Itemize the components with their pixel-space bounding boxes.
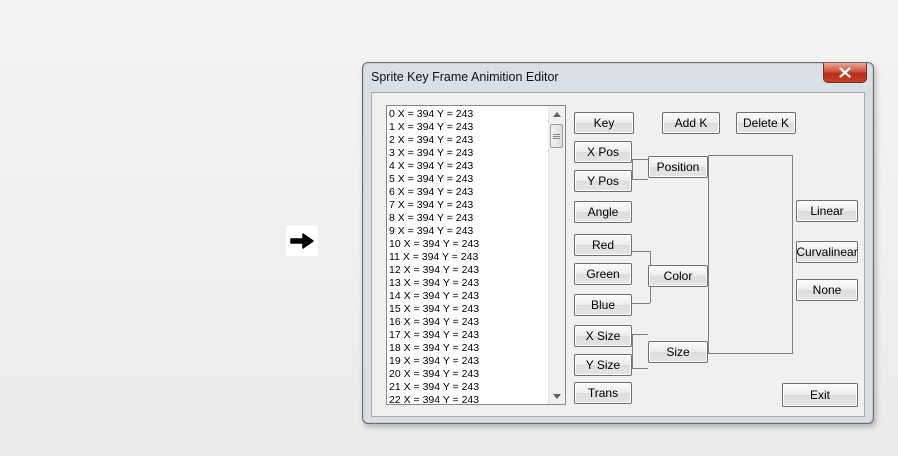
list-item[interactable]: 21 X = 394 Y = 243 [389,381,549,394]
connector-line [632,334,633,368]
size-button[interactable]: Size [648,341,708,363]
none-button[interactable]: None [796,279,858,301]
list-item[interactable]: 14 X = 394 Y = 243 [389,290,549,303]
connector-line [792,155,793,354]
connector-line [632,251,650,252]
x-pos-button[interactable]: X Pos [574,141,632,163]
list-item[interactable]: 13 X = 394 Y = 243 [389,277,549,290]
blue-button[interactable]: Blue [574,294,632,316]
list-item[interactable]: 12 X = 394 Y = 243 [389,264,549,277]
angle-button[interactable]: Angle [574,201,632,223]
list-item[interactable]: 10 X = 394 Y = 243 [389,238,549,251]
right-arrow-icon [290,233,314,249]
y-pos-button[interactable]: Y Pos [574,170,632,192]
scroll-down-button[interactable] [549,388,565,404]
list-item[interactable]: 9 X = 394 Y = 243 [389,225,549,238]
trans-button[interactable]: Trans [574,382,632,404]
list-item[interactable]: 16 X = 394 Y = 243 [389,316,549,329]
keyframe-list: 0 X = 394 Y = 243 1 X = 394 Y = 243 2 X = … [389,108,549,404]
curvalinear-button[interactable]: Curvalinear [796,241,858,263]
scroll-up-button[interactable] [549,106,565,122]
editor-window: Sprite Key Frame Animition Editor 0 X = … [362,62,874,424]
list-item[interactable]: 8 X = 394 Y = 243 [389,212,549,225]
list-item[interactable]: 7 X = 394 Y = 243 [389,199,549,212]
list-item[interactable]: 20 X = 394 Y = 243 [389,368,549,381]
position-button[interactable]: Position [648,156,708,178]
exit-button[interactable]: Exit [782,383,858,407]
connector-line [632,334,648,335]
color-button[interactable]: Color [648,265,708,287]
close-button[interactable] [823,63,867,83]
list-item[interactable]: 19 X = 394 Y = 243 [389,355,549,368]
linear-button[interactable]: Linear [796,200,858,222]
add-key-button[interactable]: Add K [662,112,720,134]
list-item[interactable]: 2 X = 394 Y = 243 [389,134,549,147]
title-bar[interactable]: Sprite Key Frame Animition Editor [363,63,873,91]
y-size-button[interactable]: Y Size [574,354,632,376]
connector-line [632,159,633,179]
scroll-thumb[interactable] [550,124,563,148]
grip-icon [553,133,560,139]
desktop-arrow-icon [286,226,318,256]
window-title: Sprite Key Frame Animition Editor [371,70,559,84]
red-button[interactable]: Red [574,234,632,256]
key-button[interactable]: Key [574,112,634,134]
x-size-button[interactable]: X Size [574,325,632,347]
list-item[interactable]: 11 X = 394 Y = 243 [389,251,549,264]
vertical-scrollbar[interactable] [548,106,565,404]
list-item[interactable]: 4 X = 394 Y = 243 [389,160,549,173]
keyframe-listbox[interactable]: 0 X = 394 Y = 243 1 X = 394 Y = 243 2 X = … [386,105,566,405]
list-item[interactable]: 15 X = 394 Y = 243 [389,303,549,316]
connector-line [708,353,792,354]
connector-line [632,179,648,180]
connector-line [632,368,648,369]
connector-line [708,155,709,353]
close-icon [839,67,851,78]
connector-line [632,159,648,160]
list-item[interactable]: 3 X = 394 Y = 243 [389,147,549,160]
list-item[interactable]: 18 X = 394 Y = 243 [389,342,549,355]
list-item[interactable]: 17 X = 394 Y = 243 [389,329,549,342]
arrow-down-icon [553,393,561,399]
delete-key-button[interactable]: Delete K [736,112,796,134]
list-item[interactable]: 6 X = 394 Y = 243 [389,186,549,199]
list-item[interactable]: 5 X = 394 Y = 243 [389,173,549,186]
connector-line [632,303,650,304]
green-button[interactable]: Green [574,263,632,285]
list-item[interactable]: 1 X = 394 Y = 243 [389,121,549,134]
client-area: 0 X = 394 Y = 243 1 X = 394 Y = 243 2 X = … [371,92,865,417]
list-item[interactable]: 0 X = 394 Y = 243 [389,108,549,121]
connector-line [708,155,792,156]
list-item[interactable]: 22 X = 394 Y = 243 [389,394,549,404]
arrow-up-icon [553,111,561,117]
